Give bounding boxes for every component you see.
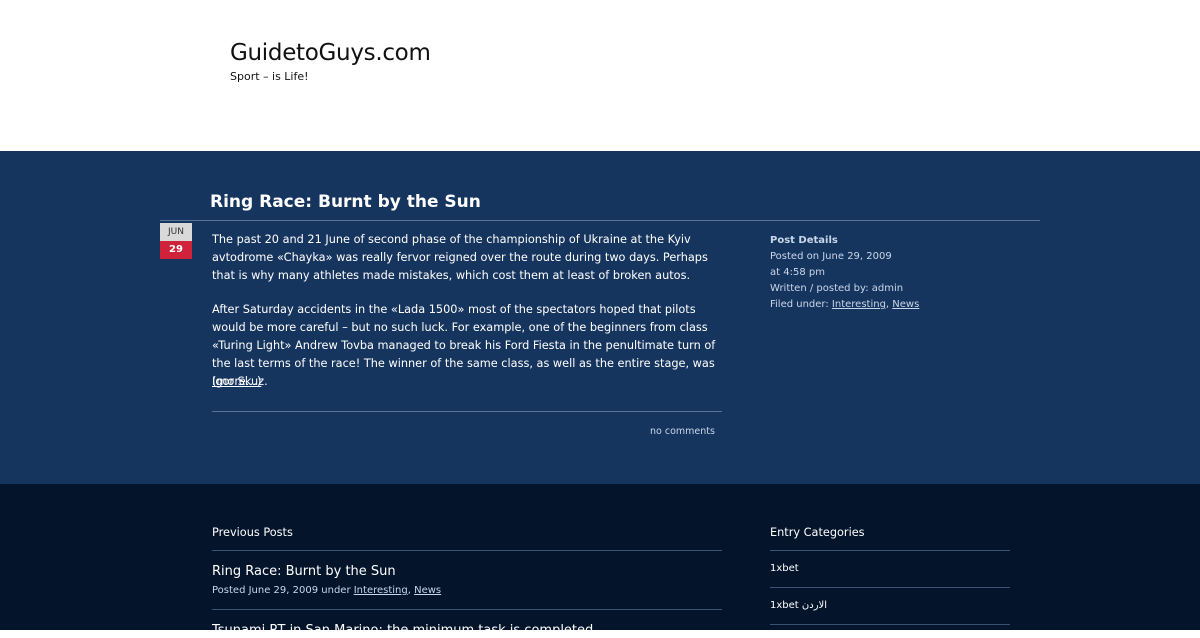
previous-post-link[interactable]: Tsunami RT in San Marino: the minimum ta…: [212, 623, 593, 638]
post-details: Post Details Posted on June 29, 2009 at …: [770, 233, 970, 313]
previous-post-meta-label: Posted June 29, 2009 under: [212, 585, 354, 596]
site-footer: Previous Posts Ring Race: Burnt by the S…: [0, 484, 1200, 638]
categories-divider: [770, 587, 1010, 588]
previous-posts-divider: [212, 550, 722, 551]
post-section: Ring Race: Burnt by the Sun JUN 29 The p…: [0, 151, 1200, 484]
read-more-link[interactable]: (more…): [212, 375, 261, 388]
filed-under-label: Filed under:: [770, 299, 832, 310]
date-month: JUN: [160, 223, 192, 241]
previous-post-link[interactable]: Ring Race: Burnt by the Sun: [212, 564, 396, 579]
filed-under: Filed under: Interesting, News: [770, 297, 970, 313]
previous-post-meta: Posted June 29, 2009 under Interesting, …: [212, 585, 441, 596]
post-details-heading: Post Details: [770, 235, 838, 246]
post-paragraph-1: The past 20 and 21 June of second phase …: [212, 233, 708, 282]
posted-time: at 4:58 pm: [770, 267, 825, 278]
title-divider: [160, 220, 1040, 221]
post-divider: [212, 411, 722, 412]
site-title-link[interactable]: GuidetoGuys.com: [230, 40, 431, 66]
categories-divider: [770, 550, 1010, 551]
category-item[interactable]: 1xbet الاردن: [770, 600, 827, 611]
categories-divider: [770, 624, 1010, 625]
category-link-interesting[interactable]: Interesting: [832, 299, 886, 310]
category-item[interactable]: 1xbet: [770, 563, 799, 574]
post-body: The past 20 and 21 June of second phase …: [212, 231, 724, 407]
previous-post-category-interesting[interactable]: Interesting: [354, 585, 408, 596]
entry-categories-heading: Entry Categories: [770, 526, 865, 539]
site-tagline: Sport – is Life!: [230, 70, 309, 83]
category-link-news[interactable]: News: [892, 299, 919, 310]
written-by: Written / posted by: admin: [770, 283, 904, 294]
post-paragraph-2: After Saturday accidents in the «Lada 15…: [212, 303, 716, 388]
date-badge: JUN 29: [160, 223, 192, 259]
previous-posts-heading: Previous Posts: [212, 526, 293, 539]
posted-on-date: Posted on June 29, 2009: [770, 251, 892, 262]
post-title[interactable]: Ring Race: Burnt by the Sun: [210, 192, 481, 212]
site-header: GuidetoGuys.com Sport – is Life!: [0, 0, 1200, 151]
comments-link[interactable]: no comments: [650, 426, 715, 437]
previous-posts-divider: [212, 609, 722, 610]
previous-post-category-news[interactable]: News: [414, 585, 441, 596]
date-day: 29: [160, 241, 192, 259]
